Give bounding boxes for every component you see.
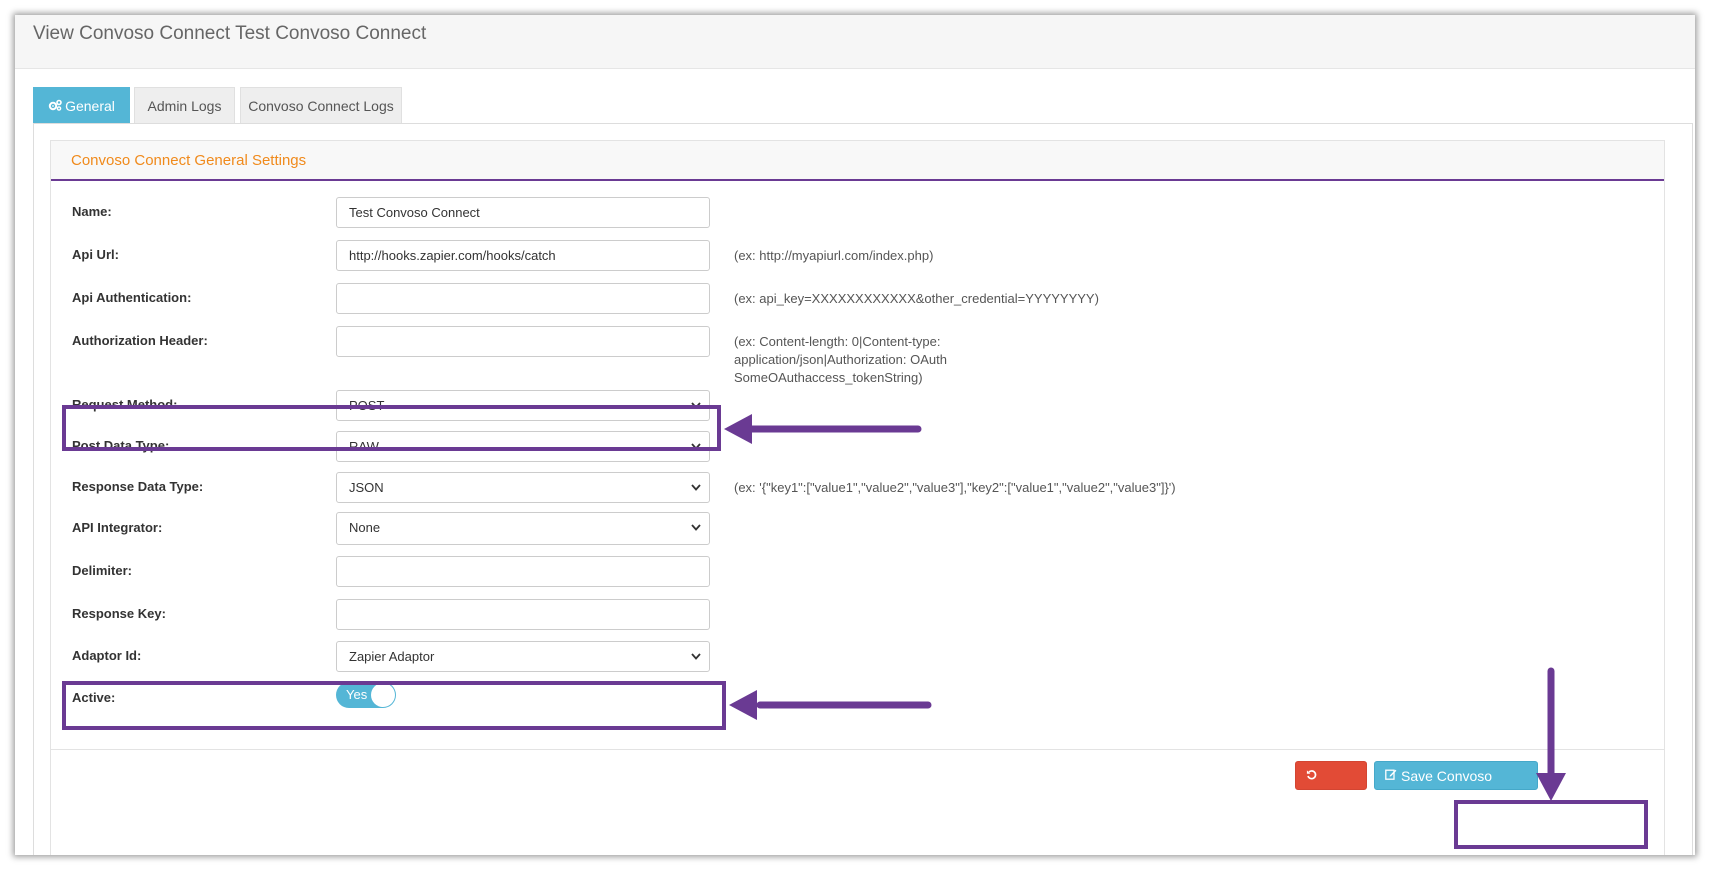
active-label: Active: — [72, 690, 116, 705]
api-authentication-hint: (ex: api_key=XXXXXXXXXXXX&other_credenti… — [734, 291, 1099, 306]
request-method-value: POST — [349, 398, 385, 413]
chevron-down-icon — [691, 653, 701, 660]
api-url-hint: (ex: http://myapiurl.com/index.php) — [734, 248, 934, 263]
authorization-header-hint-line: (ex: Content-length: 0|Content-type: — [734, 334, 941, 349]
page-title: View Convoso Connect Test Convoso Connec… — [33, 23, 427, 44]
chevron-down-icon — [691, 524, 701, 531]
chevron-down-icon — [691, 484, 701, 491]
authorization-header-hint-line: SomeOAuthaccess_tokenString) — [734, 370, 923, 385]
delimiter-input[interactable] — [336, 556, 710, 587]
response-data-type-value: JSON — [349, 480, 384, 495]
authorization-header-hint: (ex: Content-length: 0|Content-type: app… — [734, 333, 947, 387]
panel-title: Convoso Connect General Settings — [71, 152, 307, 169]
api-integrator-label: API Integrator: — [72, 520, 163, 535]
response-data-type-hint: (ex: '{"key1":["value1","value2","value3… — [734, 480, 1176, 495]
request-method-label: Request Method: — [72, 397, 178, 412]
response-key-label: Response Key: — [72, 606, 166, 621]
save-button[interactable]: Save Convoso Connect — [1374, 761, 1538, 813]
adaptor-id-select[interactable]: Zapier Adaptor — [336, 641, 710, 672]
page-header: View Convoso Connect Test Convoso Connec… — [15, 15, 1695, 69]
api-integrator-select[interactable]: None — [336, 512, 710, 545]
post-data-type-select[interactable]: RAW — [336, 431, 710, 462]
post-data-type-value: RAW — [349, 439, 379, 454]
request-method-select[interactable]: POST — [336, 390, 710, 421]
chevron-down-icon — [691, 402, 701, 409]
undo-icon — [1306, 761, 1317, 790]
edit-icon — [1385, 761, 1397, 790]
tab-general[interactable]: General — [33, 87, 130, 124]
tab-convoso-connect-logs[interactable]: Convoso Connect Logs — [240, 87, 402, 124]
authorization-header-label: Authorization Header: — [72, 333, 208, 348]
authorization-header-input[interactable] — [336, 326, 710, 357]
active-toggle-text: Yes — [346, 687, 368, 702]
post-data-type-label: Post Data Type: — [72, 438, 170, 453]
panel-footer: Cancel Save Convoso Connect — [51, 749, 1664, 855]
api-url-label: Api Url: — [72, 247, 119, 262]
delimiter-label: Delimiter: — [72, 563, 132, 578]
panel-heading: Convoso Connect General Settings — [51, 141, 1664, 181]
authorization-header-hint-line: application/json|Authorization: OAuth — [734, 352, 947, 367]
response-key-input[interactable] — [336, 599, 710, 630]
api-authentication-input[interactable] — [336, 283, 710, 314]
save-button-label: Save Convoso Connect — [1385, 768, 1493, 813]
page-window: View Convoso Connect Test Convoso Connec… — [15, 15, 1695, 855]
api-integrator-value: None — [349, 520, 381, 535]
tab-content: Convoso Connect General Settings Name: A… — [33, 123, 1693, 855]
tab-admin-logs-label: Admin Logs — [147, 98, 222, 114]
toggle-knob — [371, 683, 395, 707]
tab-admin-logs[interactable]: Admin Logs — [134, 87, 235, 124]
chevron-down-icon — [691, 443, 701, 450]
api-url-input[interactable] — [336, 240, 710, 271]
tab-general-label: General — [65, 98, 115, 114]
adaptor-id-label: Adaptor Id: — [72, 648, 142, 663]
response-data-type-label: Response Data Type: — [72, 479, 204, 494]
api-authentication-label: Api Authentication: — [72, 290, 192, 305]
name-label: Name: — [72, 204, 112, 219]
settings-panel: Convoso Connect General Settings Name: A… — [50, 140, 1665, 855]
adaptor-id-value: Zapier Adaptor — [349, 649, 435, 664]
active-toggle[interactable]: Yes — [336, 682, 396, 708]
cancel-button[interactable]: Cancel — [1295, 761, 1367, 813]
gears-icon — [48, 88, 62, 124]
response-data-type-select[interactable]: JSON — [336, 472, 710, 503]
tab-convoso-connect-logs-label: Convoso Connect Logs — [248, 98, 394, 114]
name-input[interactable] — [336, 197, 710, 228]
cancel-button-label: Cancel — [1306, 797, 1350, 813]
